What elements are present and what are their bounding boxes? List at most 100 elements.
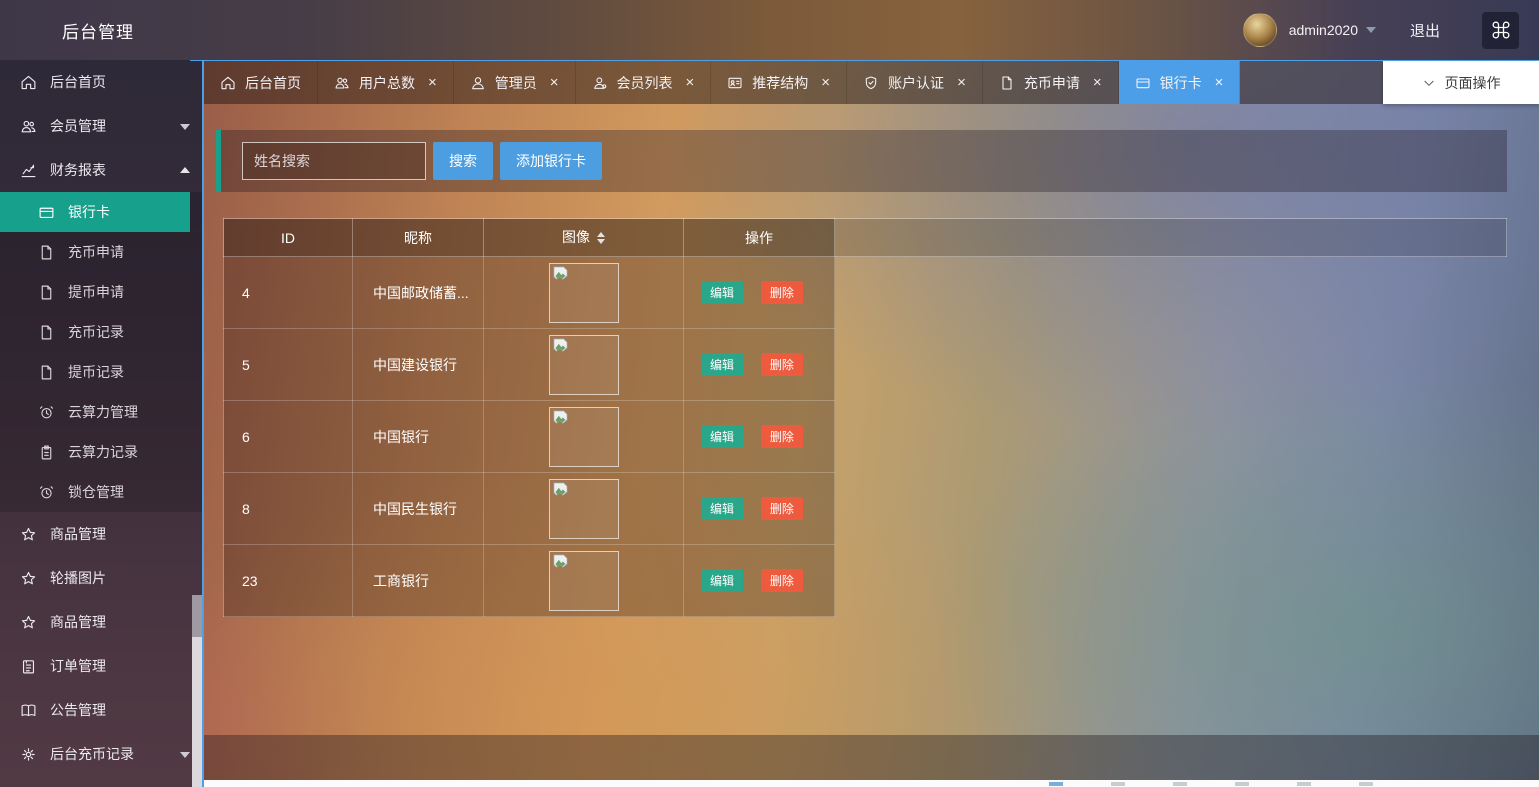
sort-icon[interactable] bbox=[597, 228, 605, 248]
tab-label: 账户认证 bbox=[888, 73, 944, 93]
delete-button[interactable]: 删除 bbox=[761, 281, 803, 304]
edit-button[interactable]: 编辑 bbox=[701, 569, 743, 592]
content-left-accent bbox=[202, 58, 204, 787]
cell-actions: 编辑 删除 bbox=[684, 401, 835, 473]
sidebar-item-lock-mgmt[interactable]: 锁仓管理 bbox=[0, 472, 202, 512]
scrollbar-thumb[interactable] bbox=[192, 595, 202, 637]
tab-deposit-apply[interactable]: 充币申请 × bbox=[983, 61, 1119, 104]
sidebar-item-orders[interactable]: 订单管理 bbox=[0, 644, 202, 688]
user-menu[interactable]: admin2020 bbox=[1289, 22, 1376, 38]
close-icon[interactable]: × bbox=[957, 74, 966, 91]
search-button[interactable]: 搜索 bbox=[433, 142, 493, 180]
file-icon bbox=[38, 284, 55, 301]
cell-image bbox=[484, 401, 684, 473]
sidebar-item-label: 商品管理 bbox=[50, 612, 106, 632]
close-icon[interactable]: × bbox=[821, 74, 830, 91]
tab-label: 后台首页 bbox=[245, 73, 301, 93]
sidebar-item-products-2[interactable]: 商品管理 bbox=[0, 600, 202, 644]
edit-button[interactable]: 编辑 bbox=[701, 353, 743, 376]
delete-button[interactable]: 删除 bbox=[761, 353, 803, 376]
bank-card-icon bbox=[1135, 75, 1151, 91]
sidebar-item-label: 云算力记录 bbox=[68, 442, 138, 462]
column-header-id[interactable]: ID bbox=[224, 219, 353, 257]
sidebar-item-announcements[interactable]: 公告管理 bbox=[0, 688, 202, 732]
table-row: 23 工商银行 编辑 删除 bbox=[224, 545, 1507, 617]
tab-member-list[interactable]: 会员列表 × bbox=[576, 61, 712, 104]
sidebar-item-label: 云算力管理 bbox=[68, 402, 138, 422]
sidebar-item-cloud-power-records[interactable]: 云算力记录 bbox=[0, 432, 202, 472]
close-icon[interactable]: × bbox=[1093, 74, 1102, 91]
cell-image bbox=[484, 473, 684, 545]
sidebar-item-deposit-apply[interactable]: 充币申请 bbox=[0, 232, 202, 272]
sidebar-scrollbar[interactable] bbox=[192, 595, 202, 787]
sidebar-item-cloud-power-mgmt[interactable]: 云算力管理 bbox=[0, 392, 202, 432]
bank-card-icon bbox=[38, 204, 55, 221]
edit-button[interactable]: 编辑 bbox=[701, 281, 743, 304]
delete-button[interactable]: 删除 bbox=[761, 569, 803, 592]
page-actions-button[interactable]: 页面操作 bbox=[1383, 61, 1539, 104]
sidebar-item-carousel[interactable]: 轮播图片 bbox=[0, 556, 202, 600]
sidebar-item-withdraw-records[interactable]: 提币记录 bbox=[0, 352, 202, 392]
tab-user-total[interactable]: 用户总数 × bbox=[318, 61, 454, 104]
close-icon[interactable]: × bbox=[686, 74, 695, 91]
chevron-up-icon bbox=[180, 162, 190, 173]
logout-button[interactable]: 退出 bbox=[1410, 20, 1440, 41]
search-input[interactable] bbox=[242, 142, 426, 180]
tab-account-verify[interactable]: 账户认证 × bbox=[847, 61, 983, 104]
chart-icon bbox=[20, 162, 37, 179]
table-header-row: ID 昵称 图像 操作 bbox=[224, 219, 1507, 257]
cell-nickname: 中国邮政储蓄... bbox=[353, 257, 484, 329]
tab-label: 用户总数 bbox=[359, 73, 415, 93]
column-header-nickname[interactable]: 昵称 bbox=[353, 219, 484, 257]
add-bank-card-button[interactable]: 添加银行卡 bbox=[500, 142, 602, 180]
cell-actions: 编辑 删除 bbox=[684, 257, 835, 329]
tab-label: 充币申请 bbox=[1024, 73, 1080, 93]
user-avatar[interactable] bbox=[1243, 13, 1277, 47]
broken-image-icon bbox=[552, 410, 569, 425]
sidebar-item-label: 后台充币记录 bbox=[50, 744, 134, 764]
sidebar-item-members[interactable]: 会员管理 bbox=[0, 104, 202, 148]
cell-id: 8 bbox=[224, 473, 353, 545]
file-icon bbox=[38, 324, 55, 341]
sidebar-item-deposit-records[interactable]: 充币记录 bbox=[0, 312, 202, 352]
sidebar-item-products-1[interactable]: 商品管理 bbox=[0, 512, 202, 556]
broken-image-placeholder bbox=[549, 479, 619, 539]
star-icon bbox=[20, 570, 37, 587]
table-row: 8 中国民生银行 编辑 删除 bbox=[224, 473, 1507, 545]
sidebar-item-bank-card[interactable]: 银行卡 bbox=[0, 192, 202, 232]
cell-id: 23 bbox=[224, 545, 353, 617]
edit-button[interactable]: 编辑 bbox=[701, 425, 743, 448]
cell-nickname: 中国建设银行 bbox=[353, 329, 484, 401]
taskbar-sliver bbox=[204, 780, 1539, 787]
edit-button[interactable]: 编辑 bbox=[701, 497, 743, 520]
close-icon[interactable]: × bbox=[1215, 74, 1224, 91]
sidebar-item-dashboard[interactable]: 后台首页 bbox=[0, 60, 202, 104]
tab-dashboard[interactable]: 后台首页 bbox=[204, 61, 318, 104]
alarm-clock-icon bbox=[38, 484, 55, 501]
delete-button[interactable]: 删除 bbox=[761, 497, 803, 520]
close-icon[interactable]: × bbox=[550, 74, 559, 91]
chevron-down-icon bbox=[180, 752, 190, 763]
sidebar-item-finance-reports[interactable]: 财务报表 bbox=[0, 148, 202, 192]
tab-referral-structure[interactable]: 推荐结构 × bbox=[711, 61, 847, 104]
gear-icon bbox=[20, 746, 37, 763]
file-icon bbox=[38, 364, 55, 381]
sidebar-item-backend-deposit-records[interactable]: 后台充币记录 bbox=[0, 732, 202, 776]
chevron-down-icon bbox=[1422, 76, 1436, 90]
tab-admins[interactable]: 管理员 × bbox=[454, 61, 576, 104]
cell-nickname: 工商银行 bbox=[353, 545, 484, 617]
header-right-group: admin2020 退出 bbox=[1243, 0, 1519, 60]
table-row: 4 中国邮政储蓄... 编辑 删除 bbox=[224, 257, 1507, 329]
delete-button[interactable]: 删除 bbox=[761, 425, 803, 448]
column-header-image[interactable]: 图像 bbox=[484, 219, 684, 257]
tab-label: 推荐结构 bbox=[752, 73, 808, 93]
sidebar-item-withdraw-apply[interactable]: 提币申请 bbox=[0, 272, 202, 312]
user-icon bbox=[470, 75, 486, 91]
command-menu-button[interactable] bbox=[1482, 12, 1519, 49]
admin-app: 后台管理 admin2020 退出 后台首页 会员管理 bbox=[0, 0, 1539, 787]
sidebar-item-label: 银行卡 bbox=[68, 202, 110, 222]
tab-bank-card[interactable]: 银行卡 × bbox=[1119, 61, 1241, 104]
close-icon[interactable]: × bbox=[428, 74, 437, 91]
column-header-spacer bbox=[835, 219, 1507, 257]
shield-check-icon bbox=[863, 75, 879, 91]
